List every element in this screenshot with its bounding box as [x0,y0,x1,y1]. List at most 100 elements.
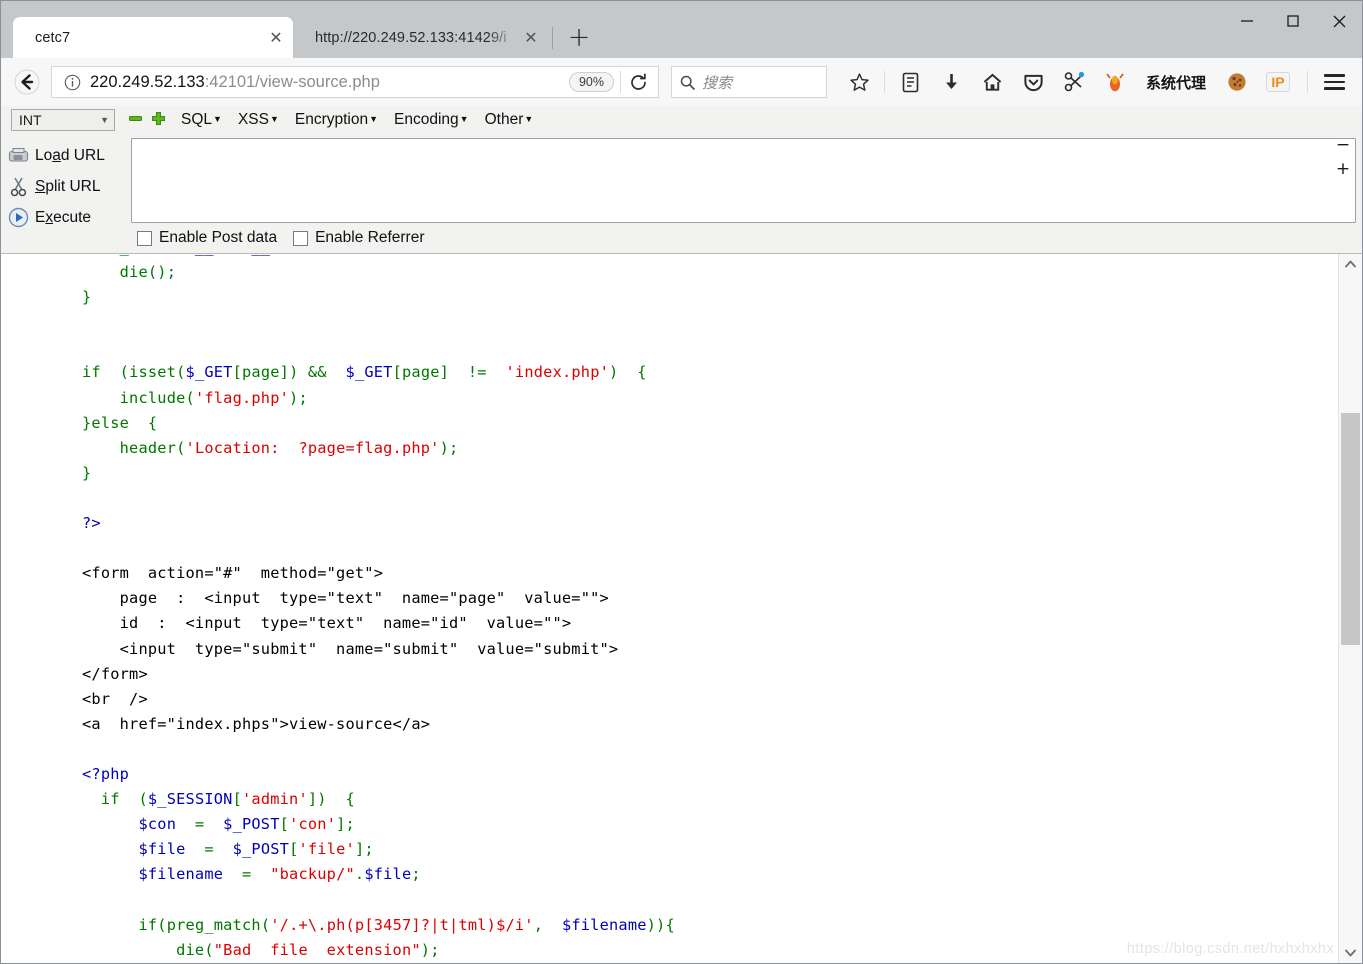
zoom-out-button[interactable]: − [1336,137,1350,154]
split-url-button[interactable]: Split URL [1,171,131,202]
code-line: </form> [82,662,1338,687]
url-textarea[interactable] [131,138,1356,223]
hamburger-menu-icon[interactable] [1318,65,1350,99]
hackbar-menu-row: INT ▼ SQL▼ XSS▼ Encryption▼ Encoding▼ Ot… [1,106,1362,134]
code-line: die("Bad file extension"); [82,938,1338,963]
download-arrow-icon[interactable] [935,65,967,99]
ip-badge-icon[interactable]: IP [1262,65,1294,99]
hackbar-zoom-controls: − + [1332,137,1354,178]
system-proxy-button[interactable]: 系统代理 [1140,65,1212,99]
cookie-icon[interactable] [1221,65,1253,99]
tab-title: http://220.249.52.133:41429/i [315,29,507,46]
code-token: <a href="index.phps">view-source</a> [82,714,431,733]
code-line: $filename = "backup/".$file; [82,862,1338,887]
code-token: , [533,915,562,934]
code-token: ( [185,388,195,407]
enable-referrer-checkbox[interactable]: Enable Referrer [293,229,424,247]
code-line: $file = $_POST['file']; [82,837,1338,862]
chevron-down-icon: ▼ [100,115,109,125]
tab-cetc7[interactable]: cetc7 ✕ [13,17,293,58]
toolbar-icons: 系统代理 IP [843,65,1359,99]
close-icon[interactable]: ✕ [265,27,287,49]
code-token: $file [364,865,412,884]
checkbox-box[interactable] [137,230,152,246]
code-token: $_POST [223,815,280,834]
execute-button[interactable]: Execute [1,202,131,233]
close-icon[interactable] [1316,1,1362,41]
pocket-shield-icon[interactable] [1017,65,1049,99]
hackbar-body: Load URL Split URL Execute Enable Post d… [1,134,1362,249]
address-bar[interactable]: 220.249.52.133:42101/view-source.php 90% [51,66,659,98]
firebug-icon[interactable] [1099,65,1131,99]
checkbox-box[interactable] [293,230,309,246]
minimize-icon[interactable] [1224,1,1270,41]
code-token: }else { [82,413,158,432]
close-icon[interactable]: ✕ [520,27,542,49]
zoom-level-badge[interactable]: 90% [568,72,614,92]
menu-xss[interactable]: XSS▼ [238,111,279,129]
code-token: "backup/" [270,865,355,884]
vertical-scrollbar[interactable] [1338,254,1362,963]
split-url-label: Split URL [35,177,101,195]
library-icon[interactable] [894,65,926,99]
code-token: 'con' [289,815,337,834]
code-token: ( [204,940,214,959]
scrollbar-track[interactable] [1339,274,1362,943]
maximize-icon[interactable] [1270,1,1316,41]
code-token: ); [420,940,440,959]
star-icon[interactable] [843,65,875,99]
code-token: (); [147,263,177,282]
new-tab-button[interactable]: + [562,20,596,54]
code-line: $con = $_POST['con']; [82,812,1338,837]
scroll-up-arrow-icon[interactable] [1339,254,1362,274]
enable-post-data-checkbox[interactable]: Enable Post data [137,229,277,247]
code-token: 'index.php' [496,363,610,382]
menu-encoding[interactable]: Encoding▼ [394,111,469,129]
menu-encryption[interactable]: Encryption▼ [295,111,378,129]
scroll-down-arrow-icon[interactable] [1339,943,1362,963]
code-token: } [82,463,92,482]
code-token: ); [270,254,289,256]
code-token: $_GET [185,363,233,382]
code-token: ( [157,915,167,934]
load-url-icon [1,147,35,165]
tab-remote-url[interactable]: http://220.249.52.133:41429/i ✕ [293,17,548,58]
reload-icon[interactable] [623,68,653,96]
code-line: <form action="#" method="get"> [82,561,1338,586]
code-token: = [185,840,233,859]
hackbar-icon[interactable] [1058,65,1090,99]
code-token: ?> [82,514,101,533]
menu-label: SQL [181,111,213,128]
code-line: if (isset($_GET[page]) && $_GET[page] !=… [82,360,1338,385]
chevron-down-icon: ▼ [213,114,222,124]
code-token: ); [289,388,308,407]
code-line: header('Location: ?page=flag.php'); [82,436,1338,461]
zoom-in-button[interactable]: + [1336,160,1350,177]
divider [620,71,621,93]
code-token: die [119,263,148,282]
menu-other[interactable]: Other▼ [485,111,534,129]
home-icon[interactable] [976,65,1008,99]
encoding-type-select[interactable]: INT ▼ [11,109,115,131]
back-button[interactable] [9,64,45,100]
divider [1307,71,1309,93]
menu-label: Encryption [294,111,369,128]
checkbox-label: Enable Post data [159,229,278,246]
scrollbar-thumb[interactable] [1341,413,1360,645]
search-bar[interactable]: 搜索 [671,66,827,98]
code-token: $file [138,840,186,859]
remove-row-button[interactable] [129,112,142,128]
code-token: $filename [138,865,224,884]
site-info-icon[interactable] [62,72,82,92]
tab-strip: cetc7 ✕ http://220.249.52.133:41429/i ✕ … [1,1,1224,58]
menu-sql[interactable]: SQL▼ [181,111,222,129]
load-url-button[interactable]: Load URL [1,140,131,171]
url-host: 220.249.52.133 [90,72,205,91]
load-url-label: Load URL [35,146,105,164]
add-row-button[interactable] [152,112,165,128]
code-token: ( [260,915,271,934]
code-line: <a href="index.phps">view-source</a> [82,712,1338,737]
